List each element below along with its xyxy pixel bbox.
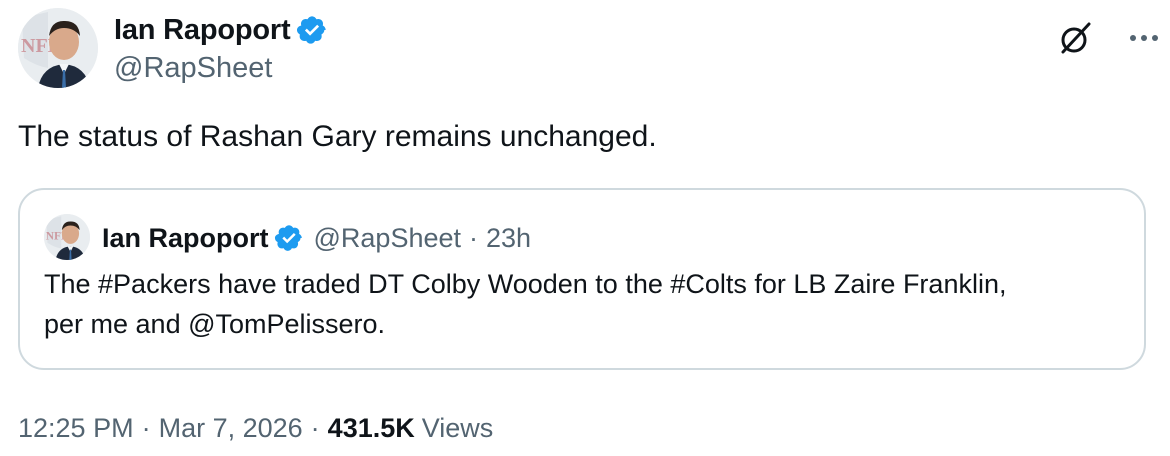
author-display-name[interactable]: Ian Rapoport [114,14,291,47]
author-handle[interactable]: @RapSheet [114,52,272,85]
avatar-photo-icon: NFL [44,214,90,260]
quoted-header: Ian Rapoport @RapSheet · 23h [102,218,531,258]
avatar-photo-icon: NFL [18,8,98,88]
author-name-row: Ian Rapoport [114,10,328,50]
grok-button[interactable] [1056,18,1096,58]
more-options-button[interactable] [1124,18,1164,58]
grok-icon [1061,22,1091,54]
quoted-timestamp[interactable]: 23h [486,223,531,254]
quoted-separator: · [469,222,478,253]
quoted-tweet[interactable]: NFL Ian Rapoport @RapSheet · 23h The #Pa… [18,188,1146,370]
tweet-date[interactable]: Mar 7, 2026 [159,413,303,444]
meta-separator: · [310,412,320,443]
quoted-tweet-text: The #Packers have traded DT Colby Wooden… [44,269,1007,339]
tweet-text: The status of Rashan Gary remains unchan… [18,120,657,153]
views-label: Views [421,412,494,443]
more-options-icon [1130,35,1158,41]
quoted-author-avatar[interactable]: NFL [44,214,90,260]
views-count[interactable]: 431.5K [328,413,415,444]
author-avatar[interactable]: NFL [18,8,98,88]
verified-badge-icon [297,16,327,44]
quoted-handle[interactable]: @RapSheet [314,223,462,254]
tweet-time[interactable]: 12:25 PM [18,413,134,444]
tweet-header: NFL Ian Rapoport @RapSheet [18,6,1158,88]
tweet-metadata: 12:25 PM · Mar 7, 2026 · 431.5K Views [18,408,493,448]
meta-separator: · [141,412,151,443]
quoted-display-name[interactable]: Ian Rapoport [102,223,269,254]
verified-badge-icon [274,225,302,251]
